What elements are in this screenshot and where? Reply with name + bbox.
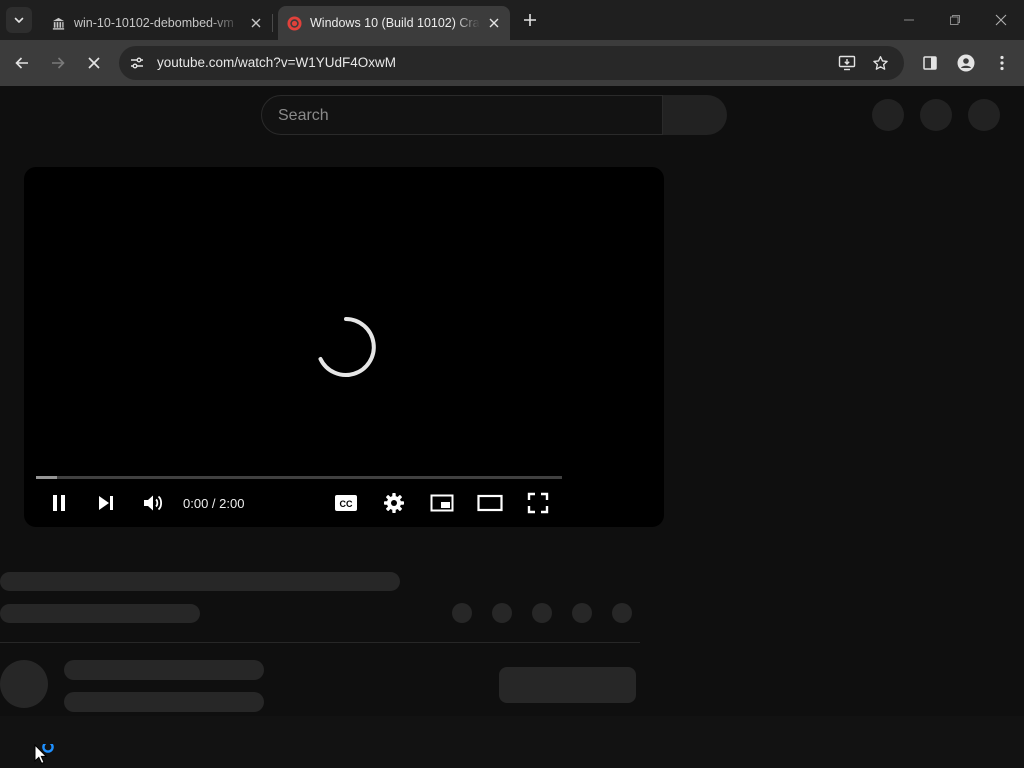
next-button[interactable]: [92, 489, 120, 517]
search-button[interactable]: [663, 95, 727, 135]
miniplayer-icon: [430, 494, 454, 512]
action-skeleton: [612, 603, 632, 623]
minimize-icon: [904, 19, 914, 21]
volume-icon: [144, 495, 163, 511]
loading-spinner: [318, 317, 376, 377]
progress-loaded: [36, 476, 58, 479]
meta-skeleton: [0, 604, 200, 623]
volume-button[interactable]: [139, 489, 167, 517]
header-button-placeholder[interactable]: [872, 99, 904, 131]
side-panel-button[interactable]: [916, 49, 944, 77]
action-skeleton: [572, 603, 592, 623]
stop-x-icon: [88, 57, 100, 69]
back-button[interactable]: [8, 49, 36, 77]
browser-menu-button[interactable]: [988, 49, 1016, 77]
search-input[interactable]: Search: [261, 95, 663, 135]
pause-icon: [53, 495, 65, 511]
progress-bar[interactable]: [36, 476, 562, 479]
archive-icon: [50, 15, 66, 31]
arrow-left-icon: [15, 57, 28, 69]
restore-button[interactable]: [932, 0, 978, 40]
search-placeholder: Search: [278, 107, 329, 124]
time-display: 0:00 / 2:00: [183, 496, 245, 511]
close-icon: [995, 14, 1007, 26]
tab-search-button[interactable]: [6, 7, 32, 33]
plus-icon: [524, 14, 536, 26]
profile-button[interactable]: [952, 49, 980, 77]
tab-strip: win-10-10102-debombed-vm Windows 10 (Bui…: [0, 0, 1024, 40]
pause-button[interactable]: [45, 489, 73, 517]
title-skeleton: [0, 572, 400, 591]
channel-name-skeleton: [64, 660, 264, 680]
fullscreen-icon: [527, 492, 549, 514]
action-skeleton: [532, 603, 552, 623]
divider: [0, 642, 640, 643]
miniplayer-button[interactable]: [428, 489, 456, 517]
close-tab-icon[interactable]: [486, 15, 502, 31]
action-skeleton: [492, 603, 512, 623]
header-button-placeholder[interactable]: [920, 99, 952, 131]
arrow-right-icon: [52, 57, 65, 69]
theater-icon: [477, 494, 503, 512]
youtube-watch-page: Search 0:00 / 2:00 CC: [0, 86, 1024, 768]
install-app-icon[interactable]: [835, 51, 859, 75]
restore-icon: [950, 15, 960, 25]
bookmark-star-icon[interactable]: [868, 51, 892, 75]
chevron-down-icon: [14, 17, 24, 23]
action-skeleton: [452, 603, 472, 623]
url-text[interactable]: youtube.com/watch?v=W1YUdF4OxwM: [157, 55, 396, 70]
subscriber-count-skeleton: [64, 692, 264, 712]
subscribe-button-skeleton: [499, 667, 636, 703]
theater-mode-button[interactable]: [476, 489, 504, 517]
busy-cursor-icon: [34, 744, 54, 765]
tab-title: win-10-10102-debombed-vm: [74, 16, 234, 30]
gear-icon: [384, 493, 404, 513]
channel-avatar-skeleton: [0, 660, 48, 708]
video-player[interactable]: 0:00 / 2:00 CC: [24, 167, 664, 527]
tab-archive[interactable]: win-10-10102-debombed-vm: [44, 6, 270, 40]
person-icon: [957, 54, 975, 72]
next-icon: [99, 496, 113, 510]
tab-separator: [272, 14, 273, 32]
forward-button[interactable]: [44, 49, 72, 77]
close-tab-icon[interactable]: [248, 15, 264, 31]
minimize-button[interactable]: [886, 0, 932, 40]
tab-title: Windows 10 (Build 10102) Crazy: [310, 16, 480, 30]
kebab-menu-icon: [1000, 55, 1004, 71]
browser-toolbar: youtube.com/watch?v=W1YUdF4OxwM: [0, 40, 1024, 86]
side-panel-icon: [923, 56, 937, 70]
cc-icon: CC: [335, 495, 357, 511]
settings-button[interactable]: [380, 489, 408, 517]
new-tab-button[interactable]: [518, 8, 542, 32]
subtitles-button[interactable]: CC: [332, 489, 360, 517]
site-info-icon[interactable]: [125, 51, 149, 75]
avatar-placeholder[interactable]: [968, 99, 1000, 131]
fullscreen-button[interactable]: [524, 489, 552, 517]
tab-youtube[interactable]: Windows 10 (Build 10102) Crazy: [278, 6, 510, 40]
stop-loading-button[interactable]: [80, 49, 108, 77]
close-window-button[interactable]: [978, 0, 1024, 40]
youtube-icon: [286, 15, 302, 31]
address-bar[interactable]: youtube.com/watch?v=W1YUdF4OxwM: [119, 46, 904, 80]
description-skeleton: [0, 716, 1024, 768]
svg-text:CC: CC: [340, 499, 353, 509]
